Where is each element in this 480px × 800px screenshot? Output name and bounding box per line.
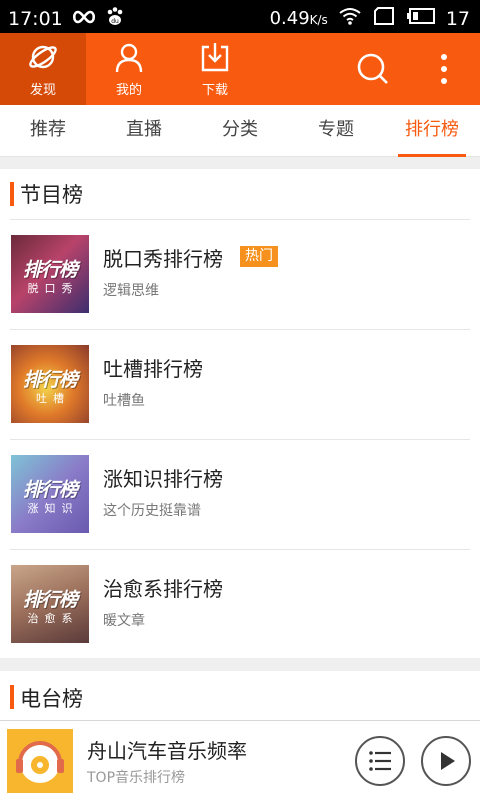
ranking-item-roast[interactable]: 排行榜 吐槽 吐槽排行榜 吐槽鱼 — [0, 330, 480, 440]
ranking-subtitle: 这个历史挺靠谱 — [103, 503, 201, 519]
album-cover — [7, 729, 73, 793]
ranking-subtitle: 暖文章 — [103, 613, 145, 629]
status-left: 17:01 du — [8, 6, 125, 31]
battery-level: 17 — [445, 7, 470, 30]
section-accent-bar — [10, 182, 14, 206]
thumbnail-subtitle: 吐槽 — [36, 392, 70, 405]
player-title: 舟山汽车音乐频率 — [87, 739, 247, 763]
mini-player[interactable]: 舟山汽车音乐频率 TOP音乐排行榜 — [0, 720, 480, 800]
thumbnail-title: 排行榜 — [22, 369, 78, 391]
hot-badge: 热门 — [240, 246, 278, 267]
thumbnail-subtitle: 治愈系 — [27, 612, 79, 625]
section-accent-bar — [10, 685, 14, 709]
ranking-thumbnail: 排行榜 涨知识 — [11, 455, 89, 533]
nav-mine-label: 我的 — [115, 83, 142, 98]
data-speed-value: 0.49 — [269, 8, 310, 29]
download-icon — [199, 41, 231, 73]
battery-icon — [406, 7, 436, 30]
more-vertical-icon — [426, 54, 462, 91]
section-title: 电台榜 — [20, 687, 83, 711]
search-button[interactable] — [355, 51, 391, 87]
nav-download[interactable]: 下载 — [172, 33, 258, 105]
thumbnail-subtitle: 涨知识 — [27, 502, 79, 515]
more-button[interactable] — [426, 51, 462, 87]
active-tab-indicator — [398, 154, 466, 157]
playlist-icon — [357, 751, 403, 788]
ranking-thumbnail: 排行榜 脱口秀 — [11, 235, 89, 313]
search-icon — [355, 53, 391, 91]
status-time: 17:01 — [8, 7, 63, 30]
nav-mine[interactable]: 我的 — [86, 33, 172, 105]
play-icon — [423, 752, 469, 788]
infinity-icon — [71, 8, 97, 30]
app-header: 发现 我的 下载 — [0, 33, 480, 105]
thumbnail-title: 排行榜 — [22, 259, 78, 281]
tab-live[interactable]: 直播 — [96, 105, 192, 157]
status-bar: 17:01 du 0.49K/s 17 — [0, 0, 480, 33]
svg-text:du: du — [111, 18, 119, 25]
thumbnail-subtitle: 脱口秀 — [27, 282, 79, 295]
tab-recommend[interactable]: 推荐 — [0, 105, 96, 157]
playlist-button[interactable] — [355, 736, 405, 786]
nav-discover-label: 发现 — [29, 83, 56, 98]
ranking-title: 治愈系排行榜 — [103, 577, 223, 601]
ranking-item-knowledge[interactable]: 排行榜 涨知识 涨知识排行榜 这个历史挺靠谱 — [0, 440, 480, 550]
thumbnail-title: 排行榜 — [22, 589, 78, 611]
ranking-title: 脱口秀排行榜 — [103, 247, 223, 271]
program-rankings-card: 节目榜 排行榜 脱口秀 脱口秀排行榜 热门 逻辑思维 排行榜 吐槽 吐槽排行榜 … — [0, 169, 480, 658]
thumbnail-title: 排行榜 — [22, 479, 78, 501]
app-root: 17:01 du 0.49K/s 17 发现 我的 下载 推荐 直播 分类 专题… — [0, 0, 480, 800]
tab-category[interactable]: 分类 — [192, 105, 288, 157]
ranking-thumbnail: 排行榜 吐槽 — [11, 345, 89, 423]
ranking-title: 涨知识排行榜 — [103, 467, 223, 491]
ranking-thumbnail: 排行榜 治愈系 — [11, 565, 89, 643]
planet-icon — [27, 41, 59, 73]
section-title: 节目榜 — [20, 183, 83, 207]
sim-icon — [372, 6, 396, 31]
player-subtitle: TOP音乐排行榜 — [87, 770, 186, 786]
play-button[interactable] — [421, 736, 471, 786]
wifi-icon — [338, 6, 362, 31]
baidu-paw-icon: du — [105, 6, 125, 31]
data-speed-unit: K/s — [309, 13, 328, 27]
category-tabs: 推荐 直播 分类 专题 排行榜 — [0, 105, 480, 157]
tab-topics[interactable]: 专题 — [288, 105, 384, 157]
tab-rankings-label: 排行榜 — [405, 119, 459, 140]
ranking-title: 吐槽排行榜 — [103, 357, 203, 381]
tab-rankings[interactable]: 排行榜 — [384, 105, 480, 157]
ranking-item-talkshow[interactable]: 排行榜 脱口秀 脱口秀排行榜 热门 逻辑思维 — [0, 220, 480, 330]
nav-download-label: 下载 — [201, 83, 228, 98]
person-icon — [113, 41, 145, 73]
ranking-item-healing[interactable]: 排行榜 治愈系 治愈系排行榜 暖文章 — [0, 550, 480, 660]
nav-discover[interactable]: 发现 — [0, 33, 86, 105]
status-right: 0.49K/s 17 — [270, 6, 470, 31]
ranking-subtitle: 吐槽鱼 — [103, 393, 145, 409]
data-speed: 0.49K/s — [270, 8, 328, 29]
ranking-subtitle: 逻辑思维 — [103, 283, 159, 299]
